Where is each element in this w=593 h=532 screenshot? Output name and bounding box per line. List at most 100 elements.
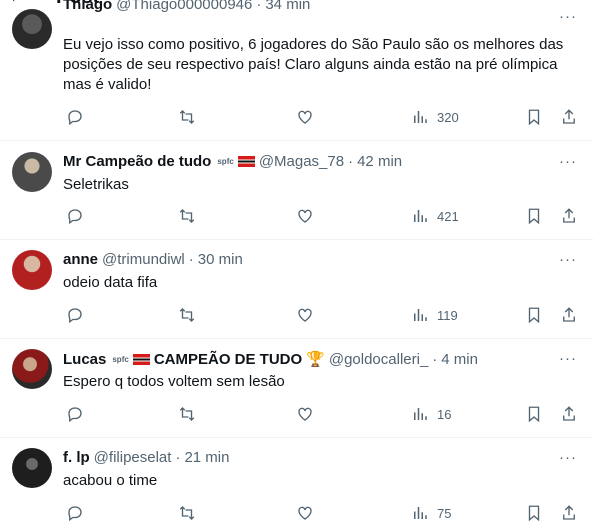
share-button[interactable] — [560, 108, 578, 126]
views-count: 320 — [437, 109, 459, 125]
reply-button[interactable] — [66, 405, 84, 423]
reply-button[interactable] — [66, 504, 84, 522]
bookmark-icon — [528, 406, 540, 423]
repost-icon — [179, 209, 195, 223]
tweet-actions: 119 — [63, 306, 583, 326]
share-icon — [563, 307, 575, 322]
share-button[interactable] — [560, 504, 578, 522]
views-count: 421 — [437, 208, 459, 224]
like-button[interactable] — [296, 405, 314, 423]
views-button[interactable]: 75 — [411, 504, 451, 522]
avatar[interactable] — [12, 349, 52, 389]
reply-button[interactable] — [66, 108, 84, 126]
tweet-actions: 75 — [63, 504, 583, 524]
display-name[interactable]: f. lp — [63, 449, 90, 466]
more-options-icon[interactable]: ··· — [559, 449, 577, 466]
analytics-icon — [414, 210, 427, 222]
club-flag-icon — [132, 353, 150, 365]
share-icon — [563, 505, 575, 520]
repost-button[interactable] — [178, 405, 196, 423]
repost-button[interactable] — [178, 108, 196, 126]
display-name-suffix[interactable]: CAMPEÃO DE TUDO — [154, 351, 302, 368]
separator: · — [175, 449, 181, 466]
reply-button[interactable] — [66, 306, 84, 324]
reply-icon — [68, 308, 82, 324]
repost-button[interactable] — [178, 207, 196, 225]
avatar[interactable] — [12, 250, 52, 290]
user-handle[interactable]: @Thiago000000946 — [116, 0, 252, 13]
bookmark-button[interactable] — [525, 207, 543, 225]
timestamp[interactable]: 4 min — [441, 351, 478, 368]
views-count: 16 — [437, 406, 452, 422]
reply-tweet[interactable]: anne @trimundiwl · 30 min ··· odeio data… — [0, 240, 593, 339]
bookmark-icon — [528, 109, 540, 126]
reply-icon — [68, 407, 82, 423]
user-handle[interactable]: @trimundiwl — [102, 251, 185, 268]
reply-tweet[interactable]: f. lp @filipeselat · 21 min ··· acabou o… — [0, 438, 593, 532]
tweet-text: Seletrikas — [63, 176, 129, 193]
trophy-icon: 🏆 — [306, 351, 325, 368]
reply-icon — [68, 506, 82, 522]
repost-icon — [179, 308, 195, 322]
timestamp[interactable]: 34 min — [265, 0, 310, 13]
share-icon — [563, 109, 575, 124]
like-button[interactable] — [296, 108, 314, 126]
avatar[interactable] — [12, 152, 52, 192]
more-options-icon[interactable]: ··· — [559, 8, 577, 25]
reply-button[interactable] — [66, 207, 84, 225]
like-button[interactable] — [296, 306, 314, 324]
spfc-badge: spfc — [112, 354, 129, 364]
bookmark-button[interactable] — [525, 108, 543, 126]
repost-icon — [179, 506, 195, 520]
bookmark-icon — [528, 505, 540, 522]
user-handle[interactable]: @filipeselat — [94, 449, 172, 466]
share-icon — [563, 208, 575, 223]
views-button[interactable]: 119 — [411, 306, 458, 324]
repost-button[interactable] — [178, 504, 196, 522]
views-count: 75 — [437, 505, 452, 521]
views-button[interactable]: 16 — [411, 405, 451, 423]
separator: · — [256, 0, 262, 13]
like-button[interactable] — [296, 207, 314, 225]
share-button[interactable] — [560, 207, 578, 225]
timestamp[interactable]: 30 min — [198, 251, 243, 268]
share-button[interactable] — [560, 306, 578, 324]
bookmark-icon — [528, 307, 540, 324]
display-name[interactable]: Thiago — [63, 0, 112, 13]
avatar[interactable] — [12, 9, 52, 49]
tweet-actions: 320 — [63, 108, 583, 128]
display-name[interactable]: Mr Campeão de tudo — [63, 153, 211, 170]
display-name[interactable]: Lucas — [63, 351, 106, 368]
timestamp[interactable]: 42 min — [357, 153, 402, 170]
user-handle[interactable]: @goldocalleri_ — [329, 351, 428, 368]
reply-tweet[interactable]: Mr Campeão de tudo spfc @Magas_78 · 42 m… — [0, 141, 593, 240]
repost-button[interactable] — [178, 306, 196, 324]
analytics-icon — [414, 507, 427, 519]
reply-icon — [68, 209, 82, 225]
timestamp[interactable]: 21 min — [184, 449, 229, 466]
bookmark-button[interactable] — [525, 405, 543, 423]
tweet-header: Thiago @Thiago000000946 · 34 min — [63, 0, 310, 13]
views-button[interactable]: 320 — [411, 108, 459, 126]
avatar[interactable] — [12, 448, 52, 488]
reply-tweet[interactable]: Thiago @Thiago000000946 · 34 min ··· Eu … — [0, 0, 593, 141]
like-button[interactable] — [296, 504, 314, 522]
analytics-icon — [414, 309, 427, 321]
more-options-icon[interactable]: ··· — [559, 153, 577, 170]
more-options-icon[interactable]: ··· — [559, 350, 577, 367]
repost-icon — [179, 110, 195, 124]
separator: · — [432, 350, 438, 368]
share-button[interactable] — [560, 405, 578, 423]
views-button[interactable]: 421 — [411, 207, 459, 225]
spfc-badge: spfc — [217, 157, 234, 166]
share-icon — [563, 406, 575, 421]
user-handle[interactable]: @Magas_78 — [259, 153, 344, 170]
views-count: 119 — [437, 307, 458, 323]
reply-tweet[interactable]: Lucas spfc CAMPEÃO DE TUDO 🏆 @goldocalle… — [0, 339, 593, 438]
bookmark-button[interactable] — [525, 306, 543, 324]
bookmark-button[interactable] — [525, 504, 543, 522]
more-options-icon[interactable]: ··· — [559, 251, 577, 268]
tweet-actions: 421 — [63, 207, 583, 227]
display-name[interactable]: anne — [63, 251, 98, 268]
analytics-icon — [414, 408, 427, 420]
